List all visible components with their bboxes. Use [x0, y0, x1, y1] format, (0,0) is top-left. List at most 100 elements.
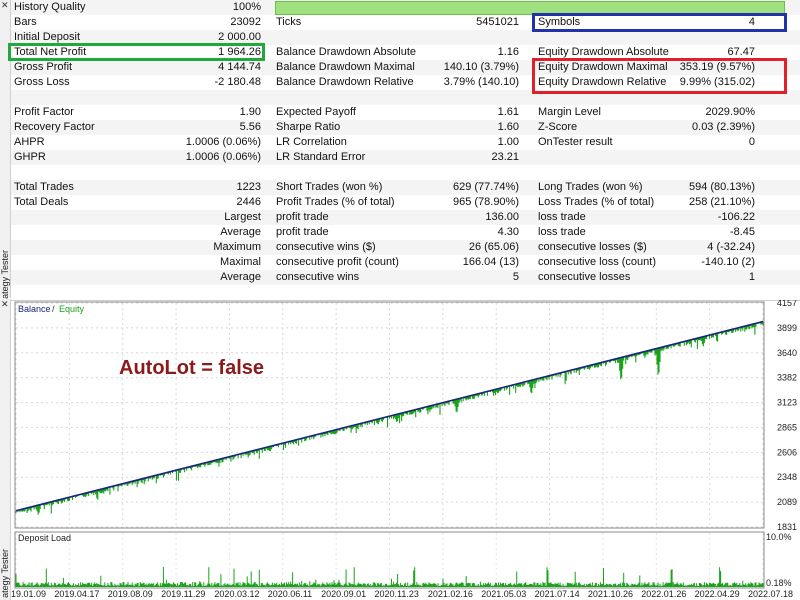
stat-value: 3.79% (140.10)	[443, 76, 519, 88]
stat-value: 2446	[236, 196, 261, 208]
stat-label	[14, 165, 174, 180]
stat-value: 594 (80.13%)	[688, 181, 755, 193]
stat-value: 26 (65.06)	[468, 241, 519, 253]
close-icon[interactable]: ✕	[1, 299, 9, 309]
x-tick-label: 2020.03.12	[214, 589, 259, 599]
stat-value	[419, 90, 519, 105]
stat-value: 67.47	[727, 46, 755, 58]
stat-value: 1.61	[497, 106, 519, 118]
stat-value: 0	[748, 136, 755, 148]
side-tab-label: ategy Tester	[0, 549, 10, 598]
stat-label: Total Net Profit	[14, 46, 87, 58]
stat-label: AHPR	[14, 136, 45, 148]
stat-value: 1.0006 (0.06%)	[185, 151, 261, 163]
stat-value	[161, 165, 261, 180]
stat-value: 23.21	[491, 151, 519, 163]
stat-value: Largest	[224, 211, 261, 223]
stat-value: 4	[748, 16, 755, 28]
report-row: Bars 23092 Ticks 5451021 Symbols 4	[11, 15, 800, 30]
stat-value: 1.00	[497, 136, 519, 148]
report-row: Profit Factor 1.90 Expected Payoff 1.61 Marg…	[11, 105, 800, 120]
x-tick-label: 2021.10.26	[588, 589, 633, 599]
x-tick-label: 2019.04.17	[54, 589, 99, 599]
stat-label: Recovery Factor	[14, 121, 95, 133]
stat-label: Total Trades	[14, 181, 74, 193]
x-tick-label: 2019.08.09	[108, 589, 153, 599]
stat-value: 353.19 (9.57%)	[679, 61, 755, 73]
backtest-report: History Quality 100% Bars 23092 Ticks 5451021…	[11, 0, 800, 290]
stat-value: 2029.90%	[705, 106, 755, 118]
report-row	[11, 165, 800, 180]
y-tick-label: 1831	[777, 522, 797, 532]
stat-value: 100%	[232, 1, 261, 13]
stat-value: Average	[220, 226, 261, 238]
y-tick-label: 3899	[777, 323, 797, 333]
stat-value: 258 (21.10%)	[688, 196, 755, 208]
stat-value: 4 144.74	[218, 61, 261, 73]
report-row: Initial Deposit 2 000.00	[11, 30, 800, 45]
stat-label: Bars	[14, 16, 37, 28]
strategy-tester-side-tab-bottom[interactable]: ✕ ategy Tester	[0, 299, 11, 600]
stat-label	[14, 225, 174, 240]
autolot-annotation: AutoLot = false	[119, 357, 264, 379]
stat-label: Total Deals	[14, 196, 69, 208]
report-row: Gross Profit 4 144.74 Balance Drawdown Max…	[11, 60, 800, 75]
stat-value: 1	[748, 271, 755, 283]
y-tick-label: 3640	[777, 348, 797, 358]
stat-label: Gross Loss	[14, 76, 70, 88]
stat-label: History Quality	[14, 1, 86, 13]
x-tick-label: 2019.11.29	[161, 589, 205, 599]
report-row: Total Trades 1223 Short Trades (won %) 629 …	[11, 180, 800, 195]
stat-value: 1.0006 (0.06%)	[185, 136, 261, 148]
y-tick-label: 2865	[777, 422, 797, 432]
stat-value: 9.99% (315.02)	[679, 76, 755, 88]
stat-label: Profit Factor	[14, 106, 74, 118]
report-row: Recovery Factor 5.56 Sharpe Ratio 1.60 Z-Sco…	[11, 120, 800, 135]
balance-equity-chart: 4157 3899 3640 3382 3123 2865 2606 2348 2089 1831…	[11, 300, 800, 599]
stat-value: 4.30	[497, 226, 519, 238]
report-row: Average consecutive wins 5 consecutive loss…	[11, 270, 800, 285]
stat-value: -106.22	[717, 211, 755, 223]
stat-value: 965 (78.90%)	[452, 196, 519, 208]
x-tick-label: 2021.05.03	[481, 589, 526, 599]
x-tick-label: 2022.04.29	[695, 589, 740, 599]
stat-value: 136.00	[485, 211, 519, 223]
stat-value: 0.03 (2.39%)	[692, 121, 755, 133]
y-tick-label: 2606	[777, 447, 797, 457]
x-tick-label: 2022.01.26	[641, 589, 686, 599]
y-tick-label: 2089	[777, 497, 797, 507]
stat-value: Maximum	[213, 241, 261, 253]
balance-equity-chart-panel: 4157 3899 3640 3382 3123 2865 2606 2348 2089 1831…	[11, 300, 800, 600]
stat-value: 629 (77.74%)	[452, 181, 519, 193]
stat-label: GHPR	[14, 151, 46, 163]
stat-label: Initial Deposit	[14, 31, 81, 43]
stat-value: Average	[220, 271, 261, 283]
legend-balance: Balance	[18, 304, 51, 314]
stat-label	[14, 90, 174, 105]
x-tick-label: 2020.06.11	[268, 589, 312, 599]
x-tick-label: 2021.07.14	[535, 589, 580, 599]
stat-label	[14, 270, 174, 285]
stat-value: 5	[512, 271, 519, 283]
strategy-tester-side-tab-top[interactable]: ✕ ategy Tester	[0, 0, 11, 299]
stat-value: 5451021	[476, 16, 519, 28]
legend-equity: Equity	[59, 304, 85, 314]
report-row: Maximum consecutive wins ($) 26 (65.06) con…	[11, 240, 800, 255]
report-row	[11, 90, 800, 105]
report-row: GHPR 1.0006 (0.06%) LR Standard Error 23.21	[11, 150, 800, 165]
close-icon[interactable]: ✕	[1, 0, 9, 10]
side-tab-label: ategy Tester	[0, 250, 10, 299]
stat-value: 2 000.00	[218, 31, 261, 43]
stat-value: 23092	[230, 16, 261, 28]
stat-value: Maximal	[220, 256, 261, 268]
stat-label: Gross Profit	[14, 61, 73, 73]
x-tick-label: 2019.01.09	[11, 589, 46, 599]
x-tick-label: 2020.11.23	[375, 589, 419, 599]
stat-value: -140.10 (2)	[701, 256, 755, 268]
report-row: History Quality 100%	[11, 0, 800, 15]
stat-label	[14, 255, 174, 270]
stat-label	[14, 210, 174, 225]
stat-value	[161, 90, 261, 105]
stat-value: -8.45	[729, 226, 755, 238]
stat-label	[14, 240, 174, 255]
